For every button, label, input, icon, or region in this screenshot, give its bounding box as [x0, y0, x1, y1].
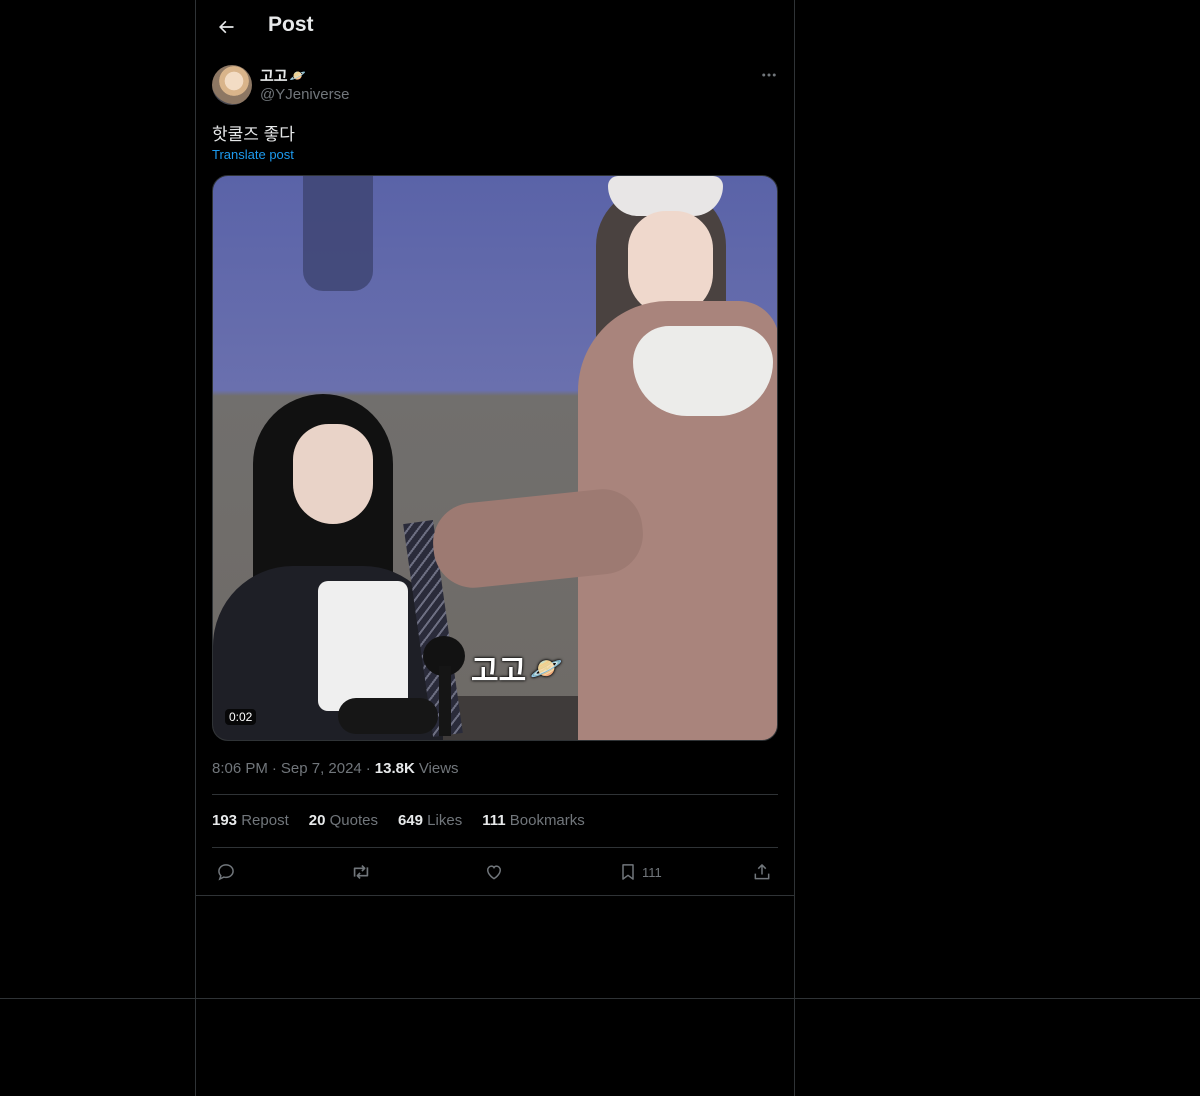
- stat-label: Likes: [427, 812, 463, 829]
- views-count: 13.8K: [374, 760, 415, 777]
- stat-count: 20: [308, 812, 326, 829]
- post-time[interactable]: 8:06 PM: [212, 760, 268, 777]
- stat-label: Quotes: [329, 812, 378, 829]
- likes-stat[interactable]: 649 Likes: [398, 812, 462, 829]
- reply-button[interactable]: [216, 858, 236, 886]
- divider: [196, 895, 794, 896]
- page-header: Post: [196, 0, 794, 53]
- video-caption: 고고 🪐: [471, 646, 563, 690]
- action-bar: 111: [212, 858, 778, 886]
- video-person-left-face: [293, 424, 373, 524]
- back-button[interactable]: [208, 9, 244, 45]
- divider: [212, 794, 778, 795]
- bookmark-button[interactable]: 111: [618, 858, 662, 886]
- heart-icon: [486, 865, 502, 880]
- post-meta: 8:06 PM · Sep 7, 2024 · 13.8K Views: [212, 760, 459, 777]
- like-button[interactable]: [484, 858, 504, 886]
- stat-label: Repost: [241, 812, 289, 829]
- author-display-name: 고고: [260, 68, 288, 85]
- quotes-stat[interactable]: 20 Quotes: [309, 812, 378, 829]
- planet-emoji-icon: 🪐: [289, 67, 306, 83]
- reply-icon: [218, 864, 234, 881]
- repost-icon: [353, 864, 369, 880]
- share-button[interactable]: [752, 858, 772, 886]
- video-person-right-headband: [608, 176, 723, 216]
- more-options-button[interactable]: [754, 62, 784, 88]
- stat-label: Bookmarks: [509, 812, 585, 829]
- views-label: Views: [418, 760, 459, 777]
- main-column: Post 고고 🪐 @YJeniverse 핫쿨즈 좋다 Translate p…: [195, 0, 795, 1096]
- bookmarks-stat[interactable]: 111 Bookmarks: [482, 812, 585, 829]
- author-name[interactable]: 고고 🪐: [260, 65, 306, 86]
- divider: [212, 847, 778, 848]
- bookmark-icon: [622, 864, 634, 880]
- stat-count: 111: [482, 812, 506, 829]
- stat-count: 193: [212, 812, 238, 829]
- video-duration-badge: 0:02: [225, 709, 257, 725]
- planet-emoji-icon: 🪐: [530, 652, 563, 683]
- avatar[interactable]: [212, 65, 252, 105]
- bookmark-count: 111: [642, 864, 662, 880]
- author-handle[interactable]: @YJeniverse: [260, 86, 349, 103]
- post-date[interactable]: Sep 7, 2024: [281, 760, 362, 777]
- more-horizontal-icon: [762, 73, 776, 77]
- meta-separator: ·: [271, 760, 277, 777]
- video-person-right-collar: [633, 326, 773, 416]
- video-caption-text: 고고: [471, 655, 527, 688]
- bottom-divider: [0, 998, 1200, 999]
- page-title: Post: [268, 13, 314, 36]
- reposts-stat[interactable]: 193 Repost: [212, 812, 289, 829]
- video-microphone-base: [338, 698, 438, 734]
- post-stats: 193 Repost 20 Quotes 649 Likes 111 Bookm…: [212, 812, 585, 829]
- meta-separator: ·: [365, 760, 371, 777]
- post-text: 핫쿨즈 좋다: [212, 125, 295, 144]
- video-microphone-stand: [439, 666, 451, 736]
- translate-post-link[interactable]: Translate post: [212, 147, 294, 162]
- video-person-left-shirt: [318, 581, 408, 711]
- video-backdrop-shadow: [303, 176, 373, 291]
- stat-count: 649: [397, 812, 423, 829]
- post-video[interactable]: 고고 🪐 0:02: [212, 175, 778, 741]
- repost-button[interactable]: [350, 858, 372, 886]
- share-icon: [754, 864, 770, 880]
- arrow-left-icon: [219, 20, 234, 34]
